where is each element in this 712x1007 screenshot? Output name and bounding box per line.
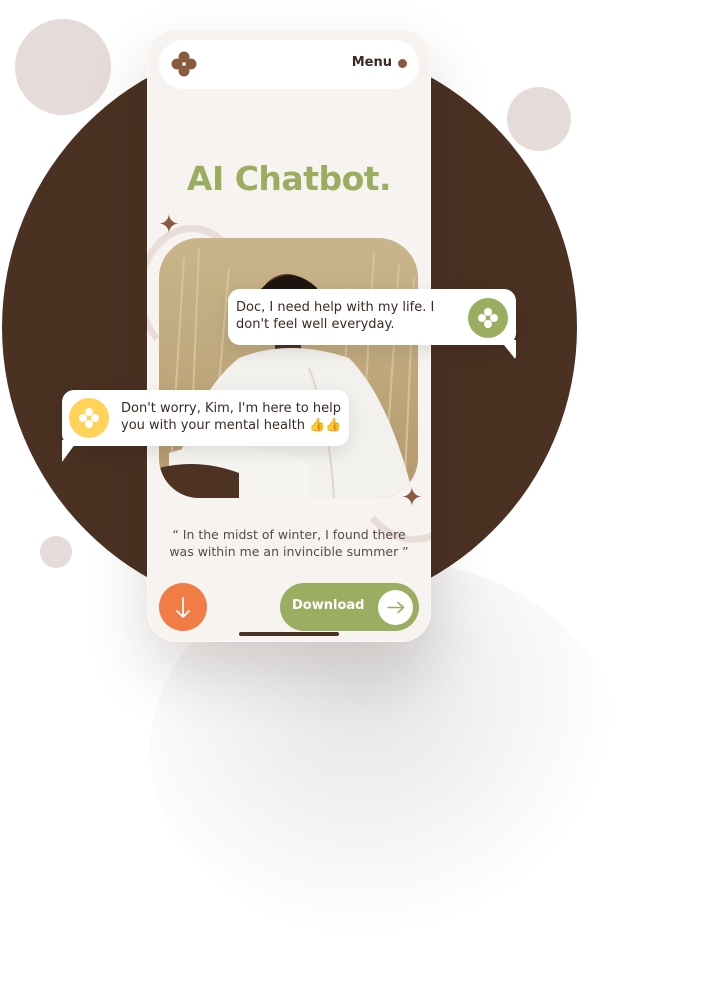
arrow-right-icon bbox=[378, 590, 413, 625]
chat-bubble-user: Doc, I need help with my life. I don't f… bbox=[228, 289, 516, 345]
download-button-label: Download bbox=[292, 598, 365, 613]
four-petal-logo-icon[interactable] bbox=[170, 50, 198, 78]
download-button[interactable]: Download bbox=[280, 583, 419, 631]
hero-photo bbox=[159, 238, 418, 498]
sparkle-icon: ✦ bbox=[401, 483, 423, 513]
four-petal-avatar-icon bbox=[69, 398, 109, 438]
decorative-circle-top-left bbox=[15, 19, 111, 115]
top-nav-bar: Menu bbox=[159, 40, 419, 89]
hero-photo-illustration bbox=[159, 238, 418, 498]
chat-message-bot: Don't worry, Kim, I'm here to help you w… bbox=[121, 401, 342, 433]
decorative-circle-small bbox=[40, 536, 72, 568]
decorative-circle-right bbox=[507, 87, 571, 151]
arrow-down-icon bbox=[176, 597, 190, 618]
chat-bubble-bot: Don't worry, Kim, I'm here to help you w… bbox=[62, 390, 349, 446]
chat-message-user: Doc, I need help with my life. I don't f… bbox=[236, 300, 435, 332]
sparkle-icon: ✦ bbox=[158, 210, 180, 240]
page-title: AI Chatbot. bbox=[186, 159, 392, 198]
home-indicator bbox=[239, 632, 339, 636]
scroll-down-button[interactable] bbox=[159, 583, 207, 631]
menu-button[interactable]: Menu bbox=[352, 55, 392, 70]
four-petal-avatar-icon bbox=[468, 298, 508, 338]
dot-icon bbox=[398, 59, 407, 68]
quote-text: “ In the midst of winter, I found there … bbox=[169, 527, 409, 559]
